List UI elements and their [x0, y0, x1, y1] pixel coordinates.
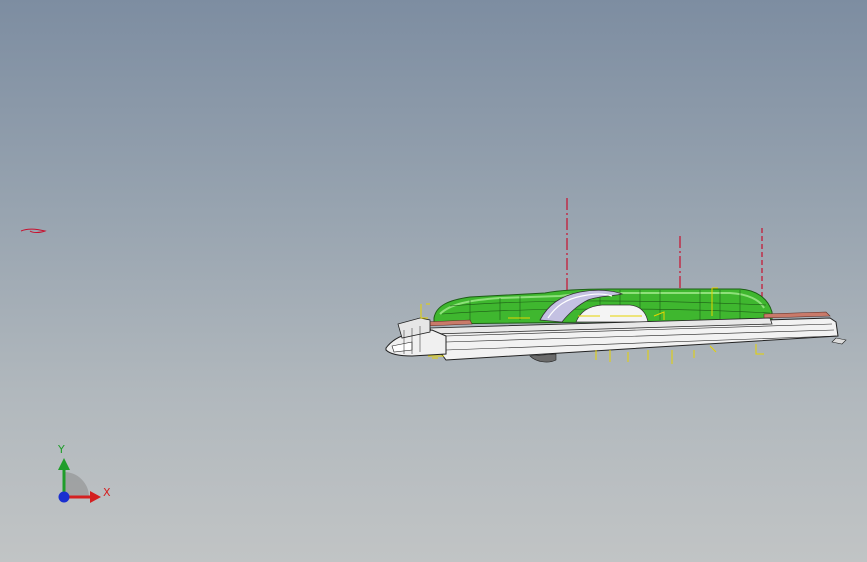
model-view[interactable]	[0, 0, 867, 562]
triad-x-label: X	[103, 486, 111, 499]
z-axis-dot	[58, 491, 70, 503]
triad-y-label: Y	[58, 443, 65, 456]
graphics-viewport[interactable]: Y X	[0, 0, 867, 562]
x-axis-arrow	[90, 491, 101, 503]
base-frame[interactable]	[429, 317, 847, 361]
y-axis-arrow	[58, 458, 70, 470]
accent-rail-left[interactable]	[423, 319, 473, 327]
orientation-triad[interactable]	[58, 458, 101, 503]
underside-bump[interactable]	[529, 353, 557, 363]
accent-rail-right[interactable]	[763, 311, 831, 319]
stray-sketch-curve[interactable]	[20, 228, 47, 233]
